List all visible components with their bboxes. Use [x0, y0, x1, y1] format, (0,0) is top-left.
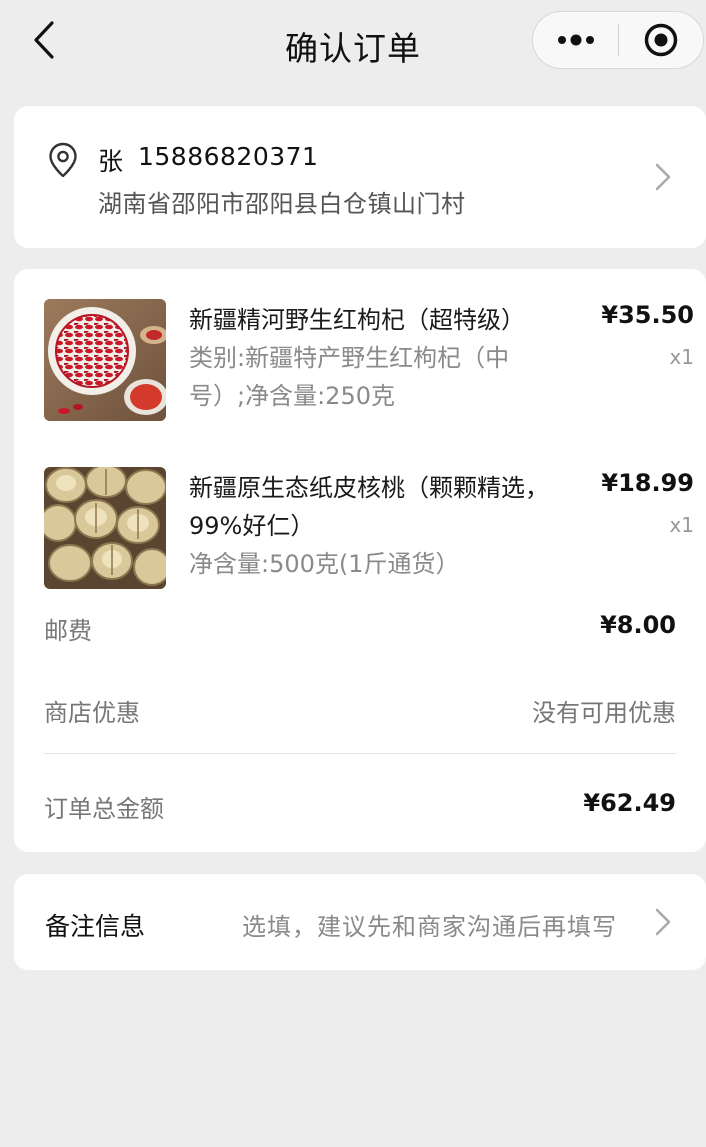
remark-input[interactable]: 选填，建议先和商家沟通后再填写	[242, 907, 642, 942]
shipping-label: 邮费	[44, 617, 92, 645]
order-total-value: ¥62.49	[583, 789, 676, 817]
chevron-right-icon	[655, 908, 671, 936]
more-dots-icon	[557, 34, 594, 46]
goji-berries-image	[44, 299, 166, 421]
product-price: ¥35.50	[601, 301, 694, 329]
order-total-label: 订单总金额	[44, 795, 164, 823]
more-button[interactable]	[533, 12, 618, 68]
shipping-value: ¥8.00	[600, 611, 676, 639]
recipient-address: 湖南省邵阳市邵阳县白仓镇山门村	[98, 190, 466, 218]
product-quantity: x1	[669, 345, 694, 369]
navbar: 确认订单	[0, 0, 706, 88]
close-button[interactable]	[619, 12, 703, 68]
product-item[interactable]: 新疆原生态纸皮核桃（颗颗精选，99%好仁） 净含量:500克(1斤通货） ¥18…	[44, 467, 694, 591]
product-spec: 类别:新疆特产野生红枸杞（中号）;净含量:250克	[189, 344, 510, 410]
store-discount-label: 商店优惠	[44, 699, 140, 727]
address-card[interactable]: 张 15886820371 湖南省邵阳市邵阳县白仓镇山门村	[14, 106, 706, 248]
product-name: 新疆原生态纸皮核桃（颗颗精选，99%好仁）	[189, 474, 549, 540]
remark-label: 备注信息	[45, 912, 146, 941]
order-items-card: 新疆精河野生红枸杞（超特级） 类别:新疆特产野生红枸杞（中号）;净含量:250克…	[14, 269, 706, 852]
product-item[interactable]: 新疆精河野生红枸杞（超特级） 类别:新疆特产野生红枸杞（中号）;净含量:250克…	[44, 299, 694, 423]
record-circle-icon	[644, 23, 678, 57]
store-discount-value: 没有可用优惠	[532, 699, 676, 727]
product-spec: 净含量:500克(1斤通货）	[189, 550, 460, 578]
recipient-phone: 15886820371	[138, 142, 319, 171]
chevron-right-icon	[655, 163, 671, 191]
location-pin-icon	[49, 142, 77, 178]
walnuts-image	[44, 467, 166, 589]
product-price: ¥18.99	[601, 469, 694, 497]
recipient-name: 张	[98, 147, 124, 176]
remark-card[interactable]: 备注信息 选填，建议先和商家沟通后再填写	[14, 874, 706, 970]
confirm-order-page: 确认订单 张 15886820371 湖南省邵阳市邵阳县白仓镇山门村 新疆精河野…	[0, 0, 706, 1147]
mini-program-capsule	[532, 11, 704, 69]
product-name: 新疆精河野生红枸杞（超特级）	[189, 306, 525, 334]
divider	[44, 753, 676, 754]
product-quantity: x1	[669, 513, 694, 537]
